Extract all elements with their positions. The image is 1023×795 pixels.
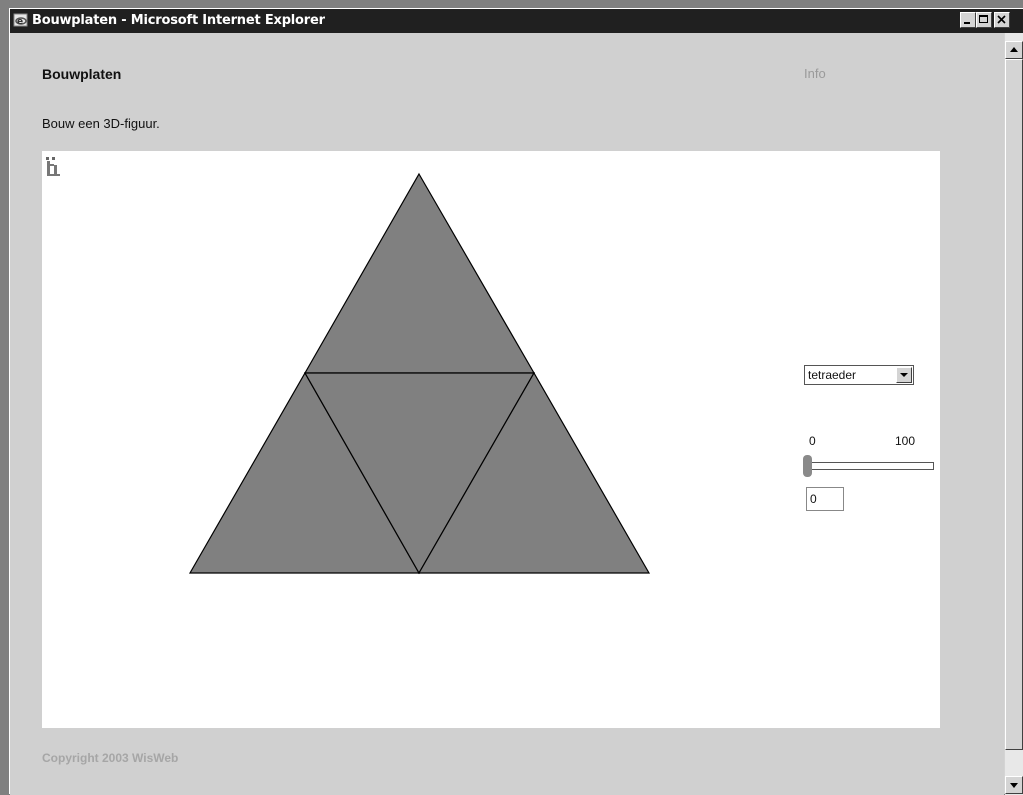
- shape-select-button[interactable]: [896, 367, 912, 383]
- minimize-button[interactable]: [960, 12, 976, 28]
- applet-panel: tetraeder 0 100 0: [42, 151, 940, 728]
- scrollbar-thumb[interactable]: [1005, 59, 1023, 750]
- title-bar[interactable]: e Bouwplaten - Microsoft Internet Explor…: [10, 9, 1023, 33]
- copyright-text: Copyright 2003 WisWeb: [42, 751, 179, 765]
- fold-value-input[interactable]: 0: [806, 487, 844, 511]
- ie-icon: e: [13, 13, 28, 27]
- scroll-down-button[interactable]: [1005, 776, 1023, 794]
- info-link[interactable]: Info: [804, 66, 826, 81]
- tetrahedron-net[interactable]: [42, 151, 940, 728]
- slider-max-label: 100: [895, 434, 916, 448]
- window-title: Bouwplaten - Microsoft Internet Explorer: [32, 13, 325, 28]
- maximize-icon: [979, 15, 988, 23]
- fold-slider-track[interactable]: [807, 462, 934, 470]
- slider-min-label: 0: [809, 434, 816, 448]
- arrow-down-icon: [1010, 783, 1018, 788]
- page-content: Bouwplaten Info Bouw een 3D-figuur. tetr…: [10, 33, 1004, 795]
- maximize-button[interactable]: [976, 12, 992, 28]
- shape-select[interactable]: tetraeder: [804, 365, 914, 385]
- instruction-text: Bouw een 3D-figuur.: [42, 116, 160, 131]
- vertical-scrollbar[interactable]: [1005, 33, 1023, 795]
- net-face-top[interactable]: [303, 172, 536, 374]
- browser-window: e Bouwplaten - Microsoft Internet Explor…: [9, 8, 1023, 795]
- close-icon: [997, 15, 1006, 24]
- minimize-icon: [964, 22, 970, 24]
- fold-value-text: 0: [810, 492, 817, 506]
- shape-select-value: tetraeder: [808, 368, 857, 382]
- page-title: Bouwplaten: [42, 66, 122, 82]
- scroll-up-button[interactable]: [1005, 41, 1023, 59]
- svg-text:e: e: [17, 17, 23, 27]
- close-button[interactable]: [994, 12, 1010, 28]
- fold-slider-thumb[interactable]: [803, 455, 812, 477]
- chevron-down-icon: [900, 373, 908, 377]
- arrow-up-icon: [1010, 47, 1018, 52]
